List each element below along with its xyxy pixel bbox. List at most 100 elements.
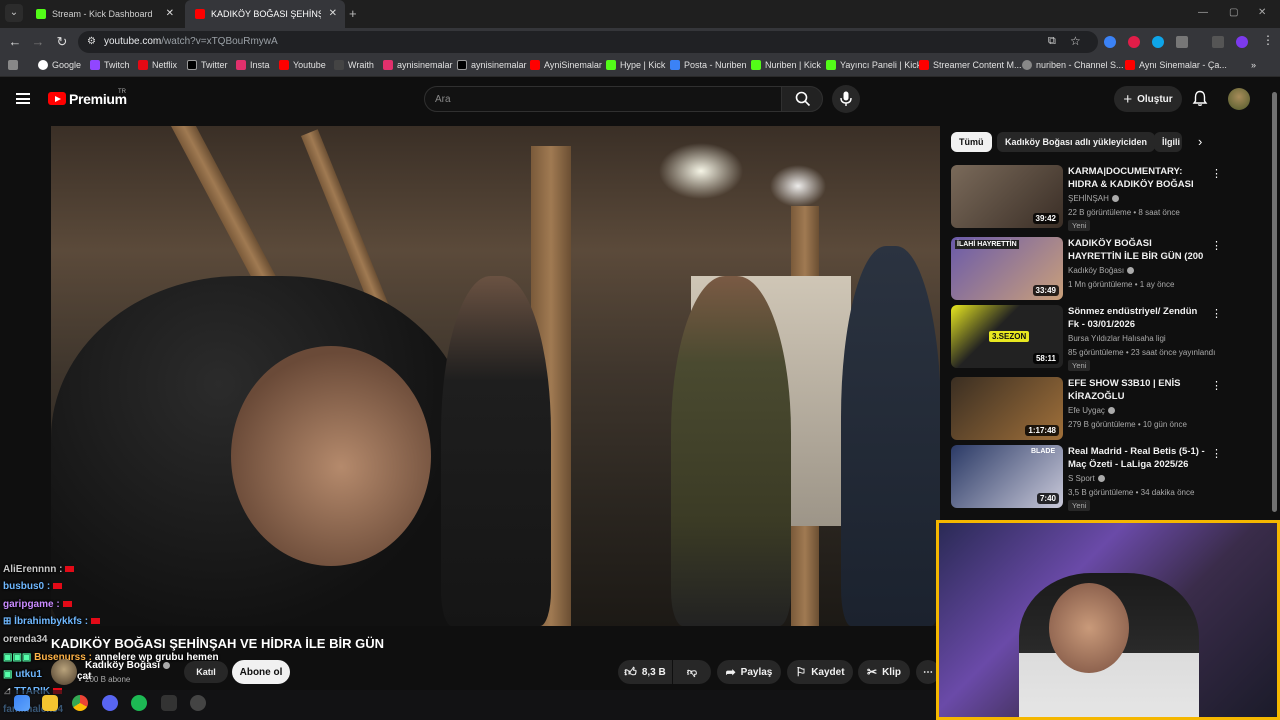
tab-kick-dashboard[interactable]: Stream - Kick Dashboard ✕: [26, 0, 182, 28]
extension-icon[interactable]: [1104, 36, 1116, 48]
recommended-channel[interactable]: S Sport: [1068, 474, 1105, 483]
bookmark-twitter[interactable]: Twitter: [187, 60, 228, 70]
bookmark-aynisinemalar-insta[interactable]: aynisinemalar: [383, 60, 453, 70]
youtube-logo-icon[interactable]: [48, 92, 66, 105]
recommended-meta: 85 görüntüleme • 23 saat önce yayınlandı: [1068, 348, 1216, 357]
recommended-title[interactable]: KADIKÖY BOĞASI HAYRETTİN İLE BİR GÜN (20…: [1068, 237, 1206, 263]
create-button[interactable]: + Oluştur: [1114, 86, 1182, 112]
obs-icon[interactable]: [190, 695, 206, 711]
bookmark-posta-nuriben[interactable]: Posta - Nuriben: [670, 60, 747, 70]
recommended-title[interactable]: Sönmez endüstriyel/ Zendün Fk - 03/01/20…: [1068, 305, 1206, 331]
windows-start-icon[interactable]: [14, 695, 30, 711]
video-player[interactable]: [51, 126, 940, 626]
recommended-title[interactable]: Real Madrid - Real Betis (5-1) - Maç Öze…: [1068, 445, 1206, 471]
recommended-channel[interactable]: Kadıköy Boğası: [1068, 266, 1135, 275]
dislike-button[interactable]: 👎︎: [673, 660, 711, 684]
bookmark-hype-kick[interactable]: Hype | Kick: [606, 60, 665, 70]
spotify-icon[interactable]: [131, 695, 147, 711]
install-app-icon[interactable]: ⧉: [1048, 35, 1056, 48]
chip-related[interactable]: İlgili: [1154, 132, 1182, 152]
back-icon[interactable]: ←: [7, 34, 23, 49]
recommended-video[interactable]: 3.SEZON 58:11 Sönmez endüstriyel/ Zendün…: [951, 305, 1222, 371]
bookmark-twitch[interactable]: Twitch: [90, 60, 130, 70]
channel-name[interactable]: Kadıköy Boğası: [85, 660, 171, 671]
video-thumbnail[interactable]: 39:42: [951, 165, 1063, 228]
bookmark-nuriben-kick[interactable]: Nuriben | Kick: [751, 60, 821, 70]
tab-search-button[interactable]: ⌄: [5, 4, 23, 22]
clip-button[interactable]: ✂ Klip: [858, 660, 910, 684]
recommended-video[interactable]: BLADE 7:40 Real Madrid - Real Betis (5-1…: [951, 445, 1222, 511]
bookmark-streamer-content[interactable]: Streamer Content M...: [919, 60, 1022, 70]
video-thumbnail[interactable]: BLADE 7:40: [951, 445, 1063, 508]
share-button[interactable]: ➦ Paylaş: [717, 660, 781, 684]
like-button[interactable]: 👍︎ 8,3 B: [618, 660, 672, 684]
browser-menu-icon[interactable]: ⋮: [1262, 33, 1274, 47]
recommended-title[interactable]: EFE SHOW S3B10 | ENİS KİRAZOĞLU: [1068, 377, 1206, 403]
more-bookmarks-icon[interactable]: »: [1251, 60, 1256, 70]
address-bar[interactable]: ⚙ youtube.com/watch?v=xTQBouRmywA ⧉ ☆: [78, 31, 1098, 53]
recommended-channel[interactable]: Efe Uygaç: [1068, 406, 1115, 415]
chat-message: ⊞ İbrahimbykkfs :: [3, 616, 101, 627]
vpn-extension-icon[interactable]: [1152, 36, 1164, 48]
profile-icon[interactable]: [1236, 36, 1248, 48]
minimize-icon[interactable]: —: [1198, 7, 1208, 18]
video-thumbnail[interactable]: İLAHİ HAYRETTİN 33:49: [951, 237, 1063, 300]
recommended-video[interactable]: İLAHİ HAYRETTİN 33:49 KADIKÖY BOĞASI HAY…: [951, 237, 1222, 301]
recommended-channel[interactable]: Bursa Yıldızlar Halısaha ligi: [1068, 334, 1166, 343]
site-info-icon[interactable]: ⚙: [87, 36, 96, 47]
tab-youtube-video[interactable]: KADIKÖY BOĞASI ŞEHİNŞAH VE HİDRA ✕: [185, 0, 345, 28]
bookmark-ayni-sinemalar[interactable]: Aynı Sinemalar - Ça...: [1125, 60, 1227, 70]
bookmark-youtube[interactable]: Youtube: [279, 60, 326, 70]
new-tab-button[interactable]: +: [349, 6, 357, 21]
new-badge: Yeni: [1068, 220, 1091, 231]
window-close-icon[interactable]: ✕: [1258, 7, 1266, 18]
bookmark-google[interactable]: Google: [38, 60, 81, 70]
subscribe-button[interactable]: Abone ol: [232, 660, 290, 684]
voice-search-button[interactable]: [832, 85, 860, 113]
search-button[interactable]: [781, 86, 823, 112]
more-vertical-icon[interactable]: ⋮: [1211, 379, 1222, 392]
recommended-video[interactable]: 39:42 KARMA|DOCUMENTARY: HIDRA & KADIKÖY…: [951, 165, 1222, 231]
apps-grid-icon[interactable]: [8, 60, 22, 70]
forward-icon[interactable]: →: [30, 34, 46, 49]
recommended-channel[interactable]: ŞEHİNŞAH: [1068, 194, 1119, 203]
join-button[interactable]: Katıl: [184, 661, 228, 683]
page-scrollbar[interactable]: [1272, 92, 1277, 512]
chip-all[interactable]: Tümü: [951, 132, 992, 152]
bookmark-wraith[interactable]: Wraith: [334, 60, 374, 70]
video-thumbnail[interactable]: 1:17:48: [951, 377, 1063, 440]
more-vertical-icon[interactable]: ⋮: [1211, 447, 1222, 460]
reload-icon[interactable]: ↻: [54, 34, 70, 50]
close-icon[interactable]: ✕: [166, 8, 174, 19]
file-explorer-icon[interactable]: [42, 695, 58, 711]
more-vertical-icon[interactable]: ⋮: [1211, 167, 1222, 180]
bookmark-star-icon[interactable]: ☆: [1070, 34, 1081, 48]
menu-icon[interactable]: [16, 93, 30, 104]
bookmark-nuriben-channel[interactable]: nuriben - Channel S...: [1022, 60, 1124, 70]
bookmark-yayinci-paneli[interactable]: Yayıncı Paneli | Kick: [826, 60, 921, 70]
chevron-right-icon[interactable]: ›: [1198, 134, 1202, 149]
bookmark-insta[interactable]: Insta: [236, 60, 270, 70]
chrome-icon[interactable]: [72, 695, 88, 711]
discord-icon[interactable]: [102, 695, 118, 711]
bookmark-aynisinemalar-twitter[interactable]: aynisinemalar: [457, 60, 527, 70]
extensions-puzzle-icon[interactable]: [1176, 36, 1188, 48]
bookmark-netflix[interactable]: Netflix: [138, 60, 177, 70]
maximize-icon[interactable]: ▢: [1229, 7, 1238, 18]
save-button[interactable]: ⚐ Kaydet: [787, 660, 853, 684]
reading-list-icon[interactable]: [1212, 36, 1224, 48]
app-icon[interactable]: [161, 695, 177, 711]
recommended-video[interactable]: 1:17:48 EFE SHOW S3B10 | ENİS KİRAZOĞLU …: [951, 377, 1222, 441]
channel-avatar[interactable]: [51, 659, 77, 685]
more-vertical-icon[interactable]: ⋮: [1211, 239, 1222, 252]
video-thumbnail[interactable]: 3.SEZON 58:11: [951, 305, 1063, 368]
close-icon[interactable]: ✕: [329, 8, 337, 19]
more-vertical-icon[interactable]: ⋮: [1211, 307, 1222, 320]
bookmark-aynisinemalar-youtube[interactable]: AyniSinemalar: [530, 60, 602, 70]
account-avatar[interactable]: [1228, 88, 1250, 110]
search-input[interactable]: Ara: [424, 86, 782, 112]
extension-icon[interactable]: [1128, 36, 1140, 48]
chip-from-uploader[interactable]: Kadıköy Boğası adlı yükleyiciden: [997, 132, 1156, 152]
recommended-title[interactable]: KARMA|DOCUMENTARY: HIDRA & KADIKÖY BOĞAS…: [1068, 165, 1206, 191]
notifications-bell-icon[interactable]: [1192, 90, 1208, 110]
